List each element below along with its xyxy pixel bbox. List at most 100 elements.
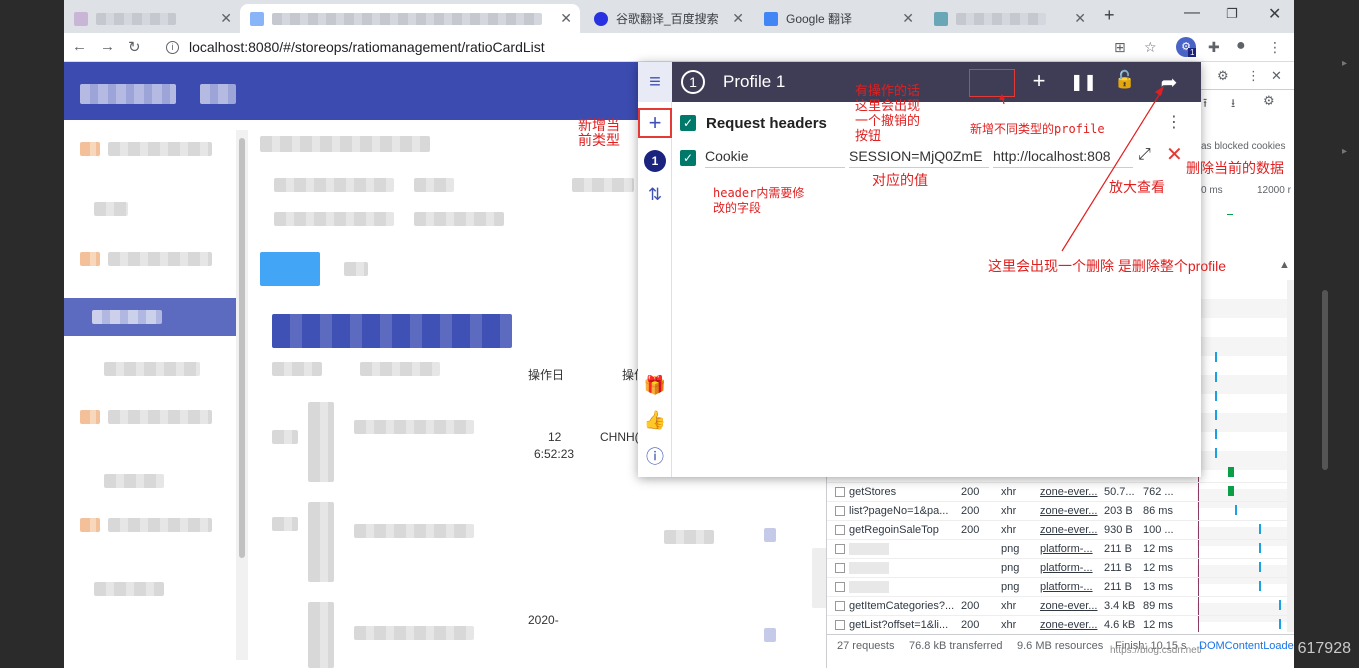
browser-tab[interactable]: ✕ (64, 4, 240, 33)
more-vert-icon[interactable]: ⋮ (1268, 39, 1282, 56)
window-close-button[interactable]: ✕ (1268, 4, 1281, 24)
browser-tab-baidu[interactable]: 谷歌翻译_百度搜索 ✕ (584, 4, 752, 33)
gift-icon[interactable]: 🎁 (638, 370, 672, 400)
sidebar-scrollbar[interactable] (236, 130, 248, 660)
share-icon[interactable]: ➦ (1157, 70, 1181, 95)
network-request-row[interactable]: getRegoinSaleTop 200 xhr zone-ever... 93… (827, 520, 1294, 539)
sidebar-item-blurred[interactable] (94, 582, 164, 596)
row-checkbox[interactable] (835, 582, 845, 592)
close-icon[interactable]: ✕ (1271, 68, 1282, 84)
close-icon[interactable]: ✕ (560, 10, 572, 27)
action-buttons-blurred[interactable] (272, 314, 512, 348)
more-vert-icon[interactable]: ⋮ (1247, 68, 1260, 84)
minimize-button[interactable]: — (1184, 4, 1200, 22)
network-request-row[interactable]: getList?offset=1&li... 200 xhr zone-ever… (827, 615, 1294, 634)
browser-tab-active[interactable]: ✕ (240, 4, 580, 33)
request-initiator[interactable]: zone-ever... (1040, 486, 1098, 498)
row-checkbox[interactable] (835, 601, 845, 611)
more-vert-icon[interactable]: ⋮ (1166, 112, 1182, 132)
header-value-input[interactable]: SESSION=MjQ0ZmE (849, 146, 989, 168)
request-initiator[interactable]: zone-ever... (1040, 505, 1098, 517)
header-enabled-checkbox[interactable]: ✓ (680, 150, 696, 166)
request-initiator[interactable]: platform-... (1040, 562, 1098, 574)
more-vert-icon[interactable]: ⋮ (1200, 68, 1224, 93)
back-button[interactable]: ← (72, 38, 87, 55)
request-initiator[interactable]: platform-... (1040, 581, 1098, 593)
sidebar-item-blurred[interactable] (104, 362, 200, 376)
new-tab-button[interactable]: + (1104, 5, 1115, 26)
add-profile-button[interactable]: + (638, 108, 672, 138)
request-size: 930 B (1104, 524, 1133, 536)
sidebar-item-blurred[interactable] (104, 474, 164, 488)
profile-title[interactable]: Profile 1 (723, 72, 785, 92)
info-icon[interactable]: i (166, 40, 179, 54)
desktop-scrollbar[interactable] (1322, 290, 1328, 470)
profile-selector-1[interactable]: 1 (638, 146, 672, 176)
scrollbar-thumb[interactable] (239, 138, 245, 558)
header-comment-input[interactable]: http://localhost:808 (993, 146, 1133, 168)
request-size: 211 B (1104, 562, 1132, 574)
row-checkbox[interactable] (835, 487, 845, 497)
forward-button[interactable]: → (100, 38, 115, 55)
browser-tab-google-translate[interactable]: Google 翻译 ✕ (754, 4, 922, 33)
download-icon[interactable]: ⭳ (1231, 94, 1235, 115)
close-icon[interactable]: ✕ (732, 10, 744, 27)
network-request-row[interactable]: getStores 200 xhr zone-ever... 50.7... 7… (827, 482, 1294, 501)
sidebar-item-blurred[interactable] (108, 142, 212, 156)
menu-icon-blurred (80, 142, 100, 156)
request-initiator[interactable]: zone-ever... (1040, 600, 1098, 612)
sidebar-item-blurred[interactable] (94, 202, 128, 216)
reload-button[interactable]: ↻ (128, 38, 141, 56)
network-scrollbar[interactable] (1287, 280, 1294, 632)
thumbs-up-icon[interactable]: 👍 (638, 405, 672, 435)
network-request-row[interactable]: png platform-... 211 B 12 ms (827, 539, 1294, 558)
bookmark-star-icon[interactable]: ☆ (1144, 39, 1157, 56)
restore-button[interactable]: ❐ (1226, 6, 1238, 22)
sidebar-item-blurred[interactable] (108, 252, 212, 266)
add-modifier-button[interactable]: + (1027, 68, 1051, 94)
network-request-row[interactable]: png platform-... 211 B 13 ms (827, 577, 1294, 596)
row-checkbox[interactable] (835, 506, 845, 516)
network-request-row[interactable]: list?pageNo=1&pa... 200 xhr zone-ever...… (827, 501, 1294, 520)
puzzle-extensions-icon[interactable]: ✚ (1208, 39, 1220, 56)
sidebar-item-blurred[interactable] (108, 410, 212, 424)
sidebar-item-blurred[interactable] (108, 518, 212, 532)
gear-icon[interactable]: ⚙ (1263, 93, 1275, 109)
browser-tab[interactable]: ✕ (924, 4, 1094, 33)
request-type: png (1001, 562, 1020, 574)
account-avatar-icon[interactable]: ● (1236, 37, 1246, 55)
filter-input-blurred[interactable] (414, 212, 504, 226)
menu-icon[interactable]: ≡ (638, 62, 672, 102)
sort-icon[interactable]: ⇅ (638, 180, 672, 210)
request-time: 89 ms (1143, 600, 1173, 612)
upload-icon[interactable]: ⭱ (1203, 94, 1207, 115)
expand-icon[interactable]: ⤢ (1138, 146, 1151, 164)
reset-button-blurred[interactable] (344, 262, 368, 276)
sort-up-icon[interactable]: ▲ (1279, 259, 1290, 271)
close-icon[interactable]: ✕ (1074, 10, 1086, 27)
translate-icon[interactable]: ⊞ (1114, 39, 1126, 56)
network-request-row[interactable]: getItemCategories?... 200 xhr zone-ever.… (827, 596, 1294, 615)
row-checkbox[interactable] (835, 563, 845, 573)
row-checkbox[interactable] (835, 544, 845, 554)
request-initiator[interactable]: zone-ever... (1040, 524, 1098, 536)
sidebar-item-active[interactable] (64, 298, 236, 336)
request-initiator[interactable]: platform-... (1040, 543, 1098, 555)
request-time: 762 ... (1143, 486, 1174, 498)
search-button-blurred[interactable] (260, 252, 320, 286)
remove-header-button[interactable]: ✕ (1166, 142, 1183, 167)
header-name-input[interactable]: Cookie (705, 146, 845, 168)
close-icon[interactable]: ✕ (902, 10, 914, 27)
help-icon[interactable]: ⓘ (638, 441, 672, 471)
row-checkbox[interactable] (835, 525, 845, 535)
address-bar[interactable]: i localhost:8080/#/storeops/ratiomanagem… (154, 35, 1164, 59)
network-request-row[interactable]: png platform-... 211 B 12 ms (827, 558, 1294, 577)
profile-number-icon[interactable]: 1 (681, 70, 705, 94)
close-icon[interactable]: ✕ (220, 10, 232, 27)
pause-button[interactable]: ❚❚ (1070, 72, 1097, 92)
request-headers-checkbox[interactable]: ✓ (680, 115, 696, 131)
filter-input-blurred[interactable] (274, 212, 394, 226)
lock-icon[interactable]: 🔓 (1113, 70, 1137, 90)
request-initiator[interactable]: zone-ever... (1040, 619, 1098, 631)
row-checkbox[interactable] (835, 620, 845, 630)
